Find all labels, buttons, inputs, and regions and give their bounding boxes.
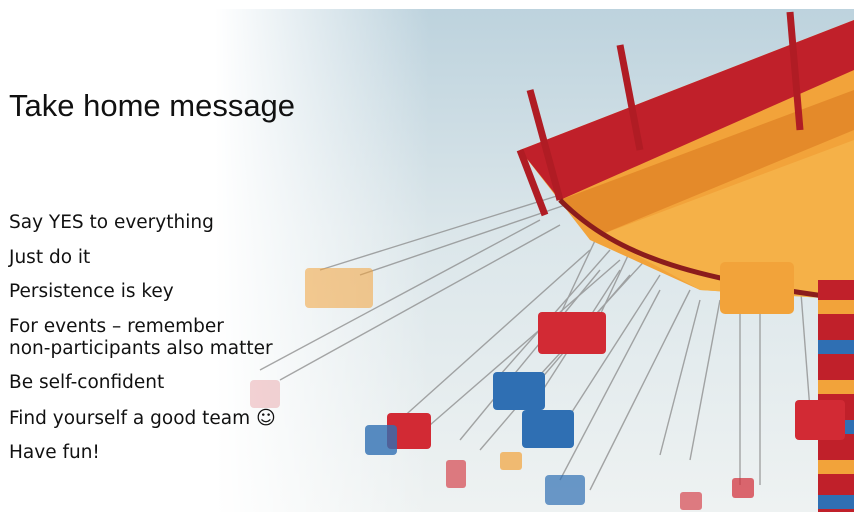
swing-seats (250, 262, 845, 510)
list-item: Find yourself a good team ☺ (9, 407, 339, 430)
list-item: Persistence is key (9, 281, 174, 302)
smiley-icon: ☺ (256, 406, 276, 429)
slide-title: Take home message (9, 88, 296, 123)
top-strip (0, 0, 854, 9)
list-item-line-2: non-participants also matter (9, 337, 273, 359)
list-item: Say YES to everything (9, 212, 214, 233)
list-item: Be self-confident (9, 372, 165, 393)
list-item-line-1: For events – remember (9, 315, 224, 337)
list-item: For events – remember non-participants a… (9, 316, 339, 360)
list-item: Have fun! (9, 442, 100, 463)
list-item: Just do it (9, 246, 91, 268)
list-item-text: Find yourself a good team (9, 407, 251, 429)
carousel-canopy (516, 11, 854, 303)
slide: Take home message Say YES to everything … (0, 0, 854, 512)
message-list: Say YES to everything Just do it Persist… (9, 212, 339, 477)
carousel-column (818, 280, 854, 512)
